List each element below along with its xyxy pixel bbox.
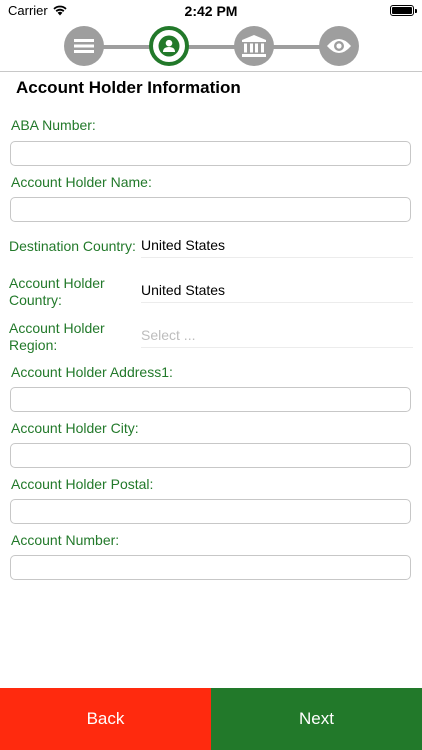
aba-number-input[interactable]: [10, 141, 411, 166]
holder-country-value[interactable]: United States: [141, 282, 225, 298]
battery-icon: [390, 5, 417, 16]
step-bank[interactable]: [234, 26, 274, 66]
back-button[interactable]: Back: [0, 688, 211, 750]
step-details[interactable]: [64, 26, 104, 66]
holder-address1-label: Account Holder Address1:: [11, 364, 173, 380]
holder-region-label-line1: Account Holder: [9, 320, 105, 336]
account-number-input[interactable]: [10, 555, 411, 580]
step-account-holder[interactable]: [149, 26, 189, 66]
holder-region-underline: [141, 347, 413, 348]
holder-region-label-line2: Region:: [9, 337, 58, 353]
holder-region-label: Account Holder Region:: [9, 320, 105, 354]
person-icon: [158, 35, 180, 57]
destination-country-value[interactable]: United States: [141, 237, 225, 253]
progress-stepper: [0, 24, 422, 68]
holder-postal-label: Account Holder Postal:: [11, 476, 154, 492]
holder-city-input[interactable]: [10, 443, 411, 468]
holder-address1-input[interactable]: [10, 387, 411, 412]
aba-number-label: ABA Number:: [11, 117, 96, 133]
account-number-label: Account Number:: [11, 532, 120, 548]
holder-country-underline: [141, 302, 413, 303]
destination-country-underline: [141, 257, 413, 258]
stepper-line: [84, 45, 338, 49]
clock: 2:42 PM: [184, 3, 238, 19]
status-bar: Carrier 2:42 PM: [0, 0, 422, 22]
holder-country-label-line2: Country:: [9, 292, 62, 308]
holder-country-label-line1: Account Holder: [9, 275, 105, 291]
holder-name-input[interactable]: [10, 197, 411, 222]
holder-postal-input[interactable]: [10, 499, 411, 524]
section-title: Account Holder Information: [16, 78, 241, 97]
step-review[interactable]: [319, 26, 359, 66]
holder-name-label: Account Holder Name:: [11, 174, 152, 190]
destination-country-label: Destination Country:: [9, 238, 136, 254]
holder-region-select[interactable]: Select ...: [141, 327, 195, 343]
holder-country-label: Account Holder Country:: [9, 275, 105, 309]
list-icon: [74, 39, 94, 53]
eye-icon: [327, 39, 351, 53]
bank-icon: [242, 35, 266, 57]
holder-city-label: Account Holder City:: [11, 420, 139, 436]
header-divider: [0, 71, 422, 72]
next-button[interactable]: Next: [211, 688, 422, 750]
